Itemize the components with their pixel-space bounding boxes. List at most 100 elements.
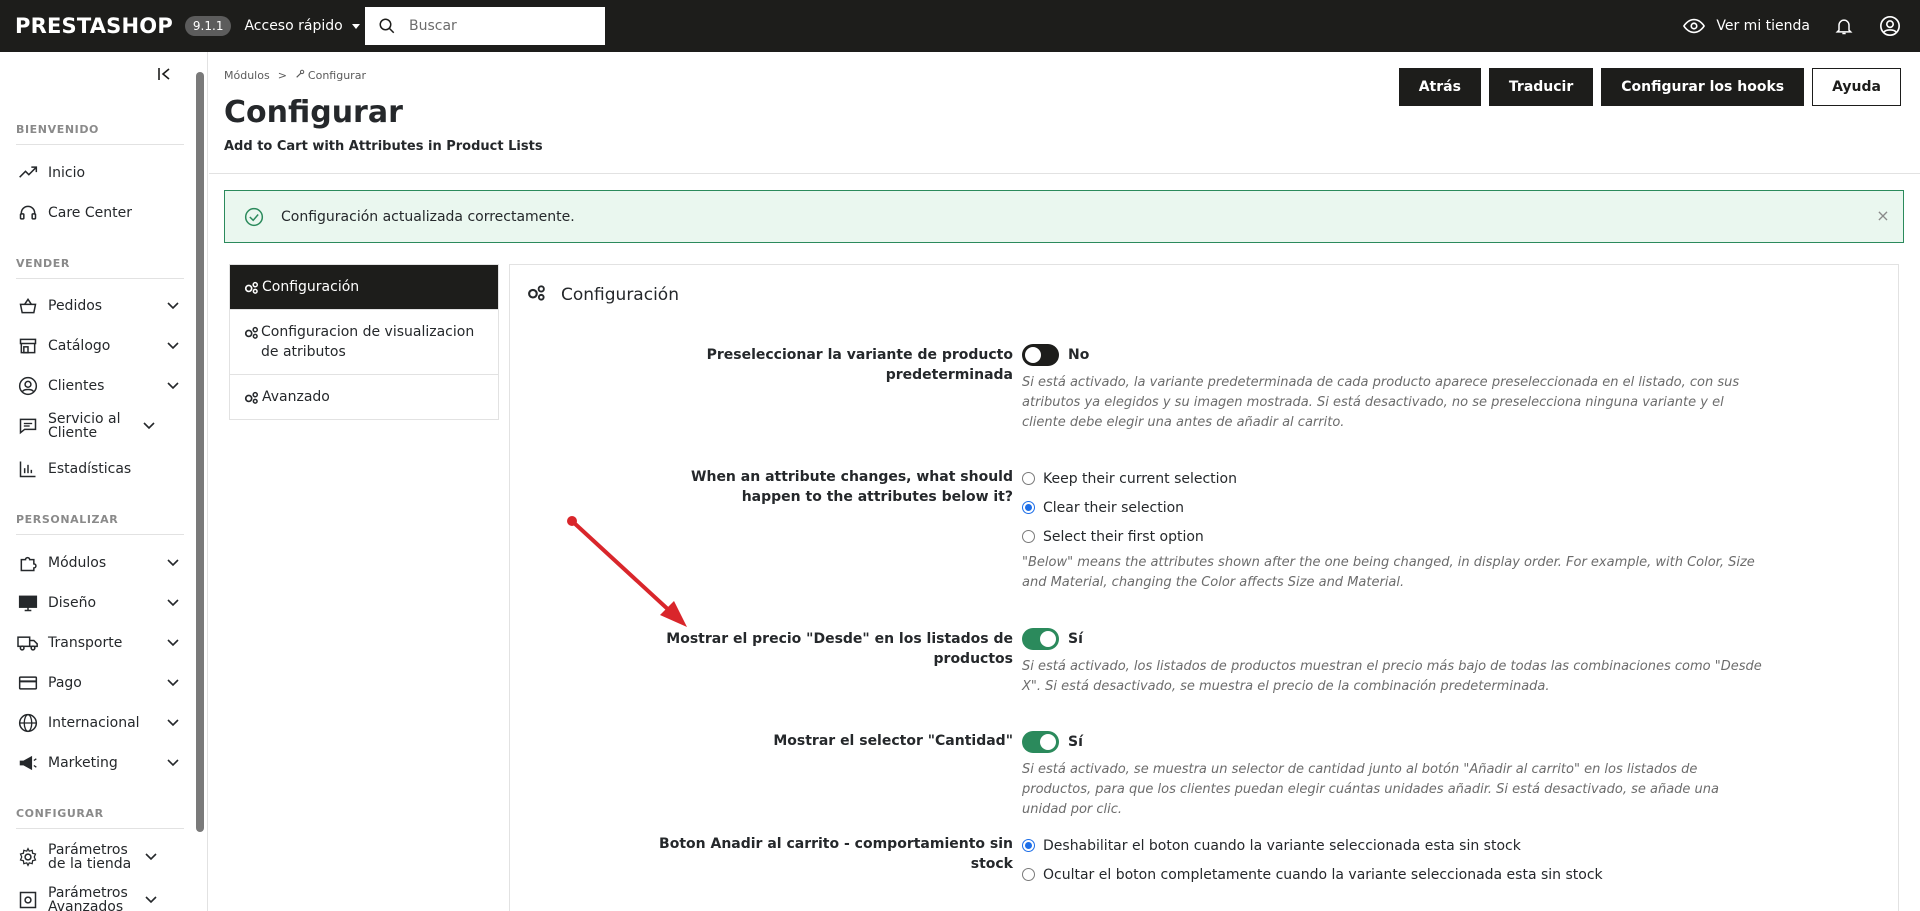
sidebar-item-marketing[interactable]: Marketing [0, 745, 185, 781]
sidebar-item-diseno[interactable]: Diseño [0, 585, 185, 621]
eye-icon [1682, 14, 1706, 38]
tab-label: Configuracion de visualizacion de atribu… [261, 324, 475, 360]
chevron-down-icon [165, 675, 181, 691]
sidebar-item-label: Transporte [48, 635, 123, 651]
divider [16, 278, 184, 279]
bell-icon[interactable] [1832, 14, 1856, 38]
radio-button[interactable] [1022, 868, 1035, 881]
from-price-help: Si está activado, los listados de produc… [1022, 659, 1762, 694]
out-of-stock-label: Boton Anadir al carrito - comportamiento… [659, 836, 1013, 872]
quick-access-menu[interactable]: Acceso rápido [244, 18, 360, 34]
quantity-state: Sí [1068, 734, 1083, 750]
chevron-down-icon [165, 635, 181, 651]
user-circle-icon [16, 374, 40, 398]
toggle-knob [1040, 631, 1056, 647]
breadcrumb: Módulos > Configurar [224, 69, 366, 82]
preselect-toggle[interactable] [1022, 344, 1059, 366]
search-box[interactable] [365, 7, 605, 45]
tab-visualizacion-atributos[interactable]: Configuracion de visualizacion de atribu… [230, 310, 498, 375]
sidebar-item-servicio-cliente[interactable]: Servicio al Cliente [0, 408, 185, 444]
sidebar-item-modulos[interactable]: Módulos [0, 545, 185, 581]
gears-icon [244, 387, 260, 407]
from-price-state: Sí [1068, 631, 1083, 647]
sidebar-item-estadisticas[interactable]: Estadísticas [0, 451, 185, 487]
radio-button[interactable] [1022, 530, 1035, 543]
version-badge: 9.1.1 [184, 16, 232, 36]
radio-button[interactable] [1022, 472, 1035, 485]
translate-button[interactable]: Traducir [1488, 68, 1594, 106]
chevron-down-icon [165, 378, 181, 394]
radio-disable-button[interactable]: Deshabilitar el boton cuando la variante… [1022, 831, 1603, 860]
sidebar-item-label: Internacional [48, 715, 140, 731]
radio-label: Clear their selection [1043, 499, 1185, 516]
sidebar-item-transporte[interactable]: Transporte [0, 625, 185, 661]
close-icon[interactable]: × [1875, 208, 1891, 224]
sidebar-item-parametros-avanzados[interactable]: Parámetros Avanzados [0, 882, 185, 911]
chevron-down-icon [165, 595, 181, 611]
sidebar-item-internacional[interactable]: Internacional [0, 705, 185, 741]
divider [16, 144, 184, 145]
attr-change-help: "Below" means the attributes shown after… [1022, 555, 1755, 590]
collapse-sidebar-icon[interactable] [155, 64, 175, 84]
breadcrumb-separator: > [277, 69, 287, 82]
sidebar-scrollbar[interactable] [196, 72, 204, 832]
radio-button[interactable] [1022, 501, 1035, 514]
chevron-down-icon [143, 849, 159, 865]
radio-select-first[interactable]: Select their first option [1022, 522, 1762, 551]
radio-keep-selection[interactable]: Keep their current selection [1022, 464, 1762, 493]
from-price-field: Sí Si está activado, los listados de pro… [1022, 628, 1762, 697]
sidebar-item-inicio[interactable]: Inicio [0, 155, 185, 191]
radio-button[interactable] [1022, 839, 1035, 852]
search-input[interactable] [409, 18, 589, 34]
sidebar: BIENVENIDO Inicio Care Center VENDER Ped… [0, 52, 208, 911]
alert-message: Configuración actualizada correctamente. [281, 208, 575, 225]
radio-label: Keep their current selection [1043, 470, 1237, 487]
from-price-label: Mostrar el precio "Desde" en los listado… [666, 631, 1013, 667]
tab-label: Configuración [262, 279, 360, 295]
chevron-down-icon [165, 298, 181, 314]
help-button[interactable]: Ayuda [1812, 68, 1901, 106]
store-icon [16, 334, 40, 358]
breadcrumb-current: Configurar [295, 69, 366, 82]
sidebar-item-catalogo[interactable]: Catálogo [0, 328, 185, 364]
megaphone-icon [16, 751, 40, 775]
sidebar-item-label: Servicio al Cliente [48, 411, 121, 441]
out-of-stock-field: Deshabilitar el boton cuando la variante… [1022, 831, 1603, 889]
quantity-toggle[interactable] [1022, 731, 1059, 753]
trending-up-icon [16, 161, 40, 185]
configure-hooks-button[interactable]: Configurar los hooks [1601, 68, 1805, 106]
sidebar-item-label: Clientes [48, 378, 105, 394]
sidebar-item-pedidos[interactable]: Pedidos [0, 288, 185, 324]
from-price-toggle[interactable] [1022, 628, 1059, 650]
success-alert: Configuración actualizada correctamente.… [224, 190, 1904, 243]
sidebar-item-label: Inicio [48, 165, 86, 181]
chevron-down-icon [165, 555, 181, 571]
sidebar-item-label: Diseño [48, 595, 97, 611]
panel-title: Configuración [561, 285, 679, 305]
attr-change-field: Keep their current selection Clear their… [1022, 464, 1762, 593]
sidebar-item-pago[interactable]: Pago [0, 665, 185, 701]
sidebar-item-care-center[interactable]: Care Center [0, 195, 185, 231]
section-welcome: BIENVENIDO [16, 123, 100, 136]
sidebar-item-parametros-tienda[interactable]: Parámetros de la tienda [0, 839, 185, 875]
section-customize: PERSONALIZAR [16, 513, 119, 526]
preselect-help: Si está activado, la variante predetermi… [1022, 375, 1740, 430]
prestashop-logo[interactable]: PRESTASHOP [15, 14, 173, 38]
radio-clear-selection[interactable]: Clear their selection [1022, 493, 1762, 522]
breadcrumb-modules-link[interactable]: Módulos [224, 69, 270, 82]
section-sell: VENDER [16, 257, 70, 270]
puzzle-icon [16, 551, 40, 575]
headset-icon [16, 201, 40, 225]
sidebar-item-clientes[interactable]: Clientes [0, 368, 185, 404]
page-subtitle: Add to Cart with Attributes in Product L… [224, 139, 543, 154]
sidebar-item-label: Parámetros de la tienda [48, 842, 132, 872]
radio-hide-button[interactable]: Ocultar el boton completamente cuando la… [1022, 860, 1603, 889]
chevron-down-icon [165, 715, 181, 731]
tab-avanzado[interactable]: Avanzado [230, 375, 498, 419]
section-configure: CONFIGURAR [16, 807, 104, 820]
chevron-down-icon [141, 418, 157, 434]
back-button[interactable]: Atrás [1398, 68, 1481, 106]
view-shop-link[interactable]: Ver mi tienda [1682, 14, 1810, 38]
tab-configuracion[interactable]: Configuración [230, 265, 498, 310]
account-icon[interactable] [1878, 14, 1902, 38]
